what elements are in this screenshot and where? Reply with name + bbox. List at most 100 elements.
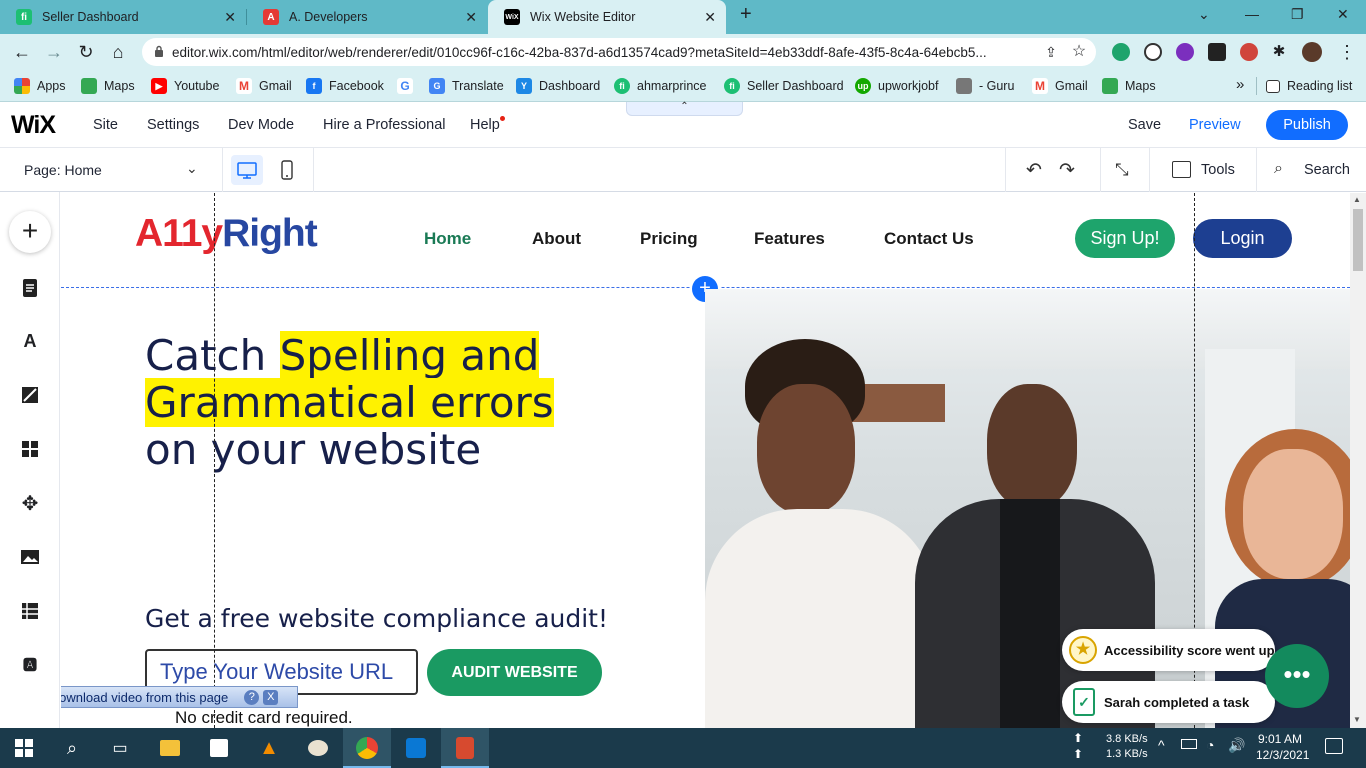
file-explorer-icon[interactable] — [158, 736, 182, 760]
sync-extension-icon[interactable] — [1208, 43, 1226, 61]
forward-icon[interactable]: → — [43, 41, 65, 63]
scroll-up-icon[interactable]: ▲ — [1353, 195, 1361, 204]
minimize-button[interactable]: — — [1245, 6, 1259, 22]
battery-icon[interactable] — [1181, 739, 1197, 749]
speed-icon[interactable] — [1144, 43, 1162, 61]
login-button[interactable]: Login — [1193, 219, 1292, 258]
menu-settings[interactable]: Settings — [147, 117, 199, 133]
bookmark-dashboard[interactable]: Y Dashboard — [516, 77, 600, 95]
bookmark-youtube[interactable]: ▶ Youtube — [151, 77, 219, 95]
publish-button[interactable]: Publish — [1266, 110, 1348, 140]
close-icon[interactable]: ✕ — [704, 9, 716, 26]
site-nav-contact[interactable]: Contact Us — [884, 229, 974, 249]
windows-start-icon[interactable] — [12, 736, 36, 760]
paint-icon[interactable] — [306, 736, 330, 760]
tab-seller-dashboard[interactable]: fi Seller Dashboard ✕ — [0, 0, 246, 34]
menu-dev-mode[interactable]: Dev Mode — [228, 117, 294, 133]
close-icon[interactable]: ✕ — [224, 9, 236, 26]
wifi-icon[interactable]: ◔ — [1206, 737, 1214, 753]
bookmark-gmail[interactable]: M Gmail — [236, 77, 292, 95]
redo-icon[interactable]: ↷ — [1059, 159, 1075, 182]
canvas-scrollbar[interactable]: ▲ ▼ — [1350, 193, 1366, 728]
site-nav-about[interactable]: About — [532, 229, 581, 249]
bookmark-translate[interactable]: G Translate — [429, 77, 504, 95]
clock-time[interactable]: 9:01 AM — [1258, 732, 1302, 746]
close-icon[interactable]: X — [263, 689, 279, 705]
tray-chevron-icon[interactable]: ^ — [1158, 737, 1165, 753]
zoom-out-icon[interactable]: ⤡ — [1115, 160, 1129, 180]
site-logo[interactable]: A11yRight — [135, 212, 318, 256]
task-view-icon[interactable]: ▭ — [108, 736, 132, 760]
volume-icon[interactable]: 🔊 — [1228, 737, 1245, 754]
collapse-toolbar-handle[interactable]: ⌃ — [626, 102, 743, 116]
desktop-view-button[interactable] — [231, 155, 263, 185]
site-nav-pricing[interactable]: Pricing — [640, 229, 698, 249]
chevron-down-icon[interactable]: ⌄ — [186, 160, 198, 177]
app-market-icon[interactable]: 🅰 — [18, 653, 42, 677]
bookmark-upwork[interactable]: up upworkjobf — [855, 77, 938, 95]
background-icon[interactable] — [18, 383, 42, 407]
bookmark-star-icon[interactable]: ☆ — [1068, 41, 1090, 63]
restore-button[interactable]: ❐ — [1291, 6, 1304, 23]
bookmark-guru[interactable]: - Guru — [956, 77, 1014, 95]
reading-list-button[interactable]: Reading list — [1266, 77, 1352, 95]
bookmark-apps[interactable]: Apps — [14, 77, 66, 95]
bookmark-gmail-2[interactable]: M Gmail — [1032, 77, 1088, 95]
clock-date[interactable]: 12/3/2021 — [1256, 748, 1309, 762]
chrome-taskbar-button[interactable] — [343, 728, 391, 768]
menu-site[interactable]: Site — [93, 117, 118, 133]
mobile-view-button[interactable] — [272, 155, 302, 185]
menu-help[interactable]: Help — [470, 117, 500, 133]
notifications-icon[interactable] — [1325, 738, 1343, 754]
tab-wix-editor[interactable]: WiX Wix Website Editor ✕ — [488, 0, 726, 34]
back-icon[interactable]: ← — [11, 41, 33, 63]
add-elements-button[interactable]: + — [9, 211, 51, 253]
scrollbar-thumb[interactable] — [1353, 209, 1363, 271]
help-icon[interactable]: ? — [244, 689, 260, 705]
save-button[interactable]: Save — [1128, 117, 1161, 133]
store-icon[interactable] — [207, 736, 231, 760]
menu-hire-professional[interactable]: Hire a Professional — [323, 117, 446, 133]
bookmark-maps-2[interactable]: Maps — [1102, 77, 1156, 95]
cms-icon[interactable] — [18, 599, 42, 623]
w-extension-icon[interactable] — [1176, 43, 1194, 61]
color-extension-icon[interactable] — [1240, 43, 1258, 61]
search-icon[interactable]: ⌕ — [1274, 160, 1283, 178]
menu-dots-icon[interactable]: ⋮ — [1336, 41, 1358, 63]
audit-website-button[interactable]: AUDIT WEBSITE — [427, 649, 602, 696]
app-taskbar-button[interactable] — [441, 728, 489, 768]
signup-button[interactable]: Sign Up! — [1075, 219, 1175, 258]
search-icon[interactable]: ⌕ — [60, 736, 84, 760]
bookmark-seller-dashboard[interactable]: fi Seller Dashboard — [724, 77, 844, 95]
pages-icon[interactable] — [18, 276, 42, 300]
grammarly-icon[interactable] — [1112, 43, 1130, 61]
page-selector[interactable]: Page: Home — [24, 162, 102, 178]
tools-button[interactable]: Tools — [1201, 162, 1235, 178]
bookmarks-more-button[interactable]: » — [1236, 75, 1244, 93]
video-download-bar[interactable]: ▶ Download video from this page ? X — [61, 686, 298, 708]
search-button[interactable]: Search — [1304, 162, 1350, 178]
puzzle-icon[interactable]: ✱ — [1268, 41, 1290, 63]
chevron-down-icon[interactable]: ⌄ — [1198, 6, 1210, 23]
close-window-button[interactable]: ✕ — [1337, 6, 1349, 23]
new-tab-button[interactable]: + — [740, 3, 752, 26]
reload-icon[interactable]: ↻ — [75, 41, 97, 63]
bookmark-maps[interactable]: Maps — [81, 77, 135, 95]
home-icon[interactable]: ⌂ — [107, 41, 129, 63]
avatar[interactable] — [1302, 42, 1322, 62]
bookmark-ahmarprince[interactable]: fi ahmarprince — [614, 77, 706, 95]
close-icon[interactable]: ✕ — [465, 9, 477, 26]
site-nav-features[interactable]: Features — [754, 229, 825, 249]
media-icon[interactable] — [18, 545, 42, 569]
preview-button[interactable]: Preview — [1189, 117, 1241, 133]
address-bar[interactable]: editor.wix.com/html/editor/web/renderer/… — [142, 38, 1096, 66]
business-tools-icon[interactable]: ✥ — [18, 491, 42, 515]
bookmark-google[interactable]: G — [397, 77, 420, 95]
vlc-icon[interactable]: ▲ — [257, 736, 281, 760]
apps-grid-icon[interactable] — [18, 437, 42, 461]
vscode-icon[interactable] — [404, 736, 428, 760]
undo-icon[interactable]: ↶ — [1026, 159, 1042, 182]
scroll-down-icon[interactable]: ▼ — [1353, 715, 1361, 724]
accessibility-notification[interactable]: ★ Accessibility score went up — [1062, 629, 1275, 671]
chat-button[interactable]: ••• — [1265, 644, 1329, 708]
